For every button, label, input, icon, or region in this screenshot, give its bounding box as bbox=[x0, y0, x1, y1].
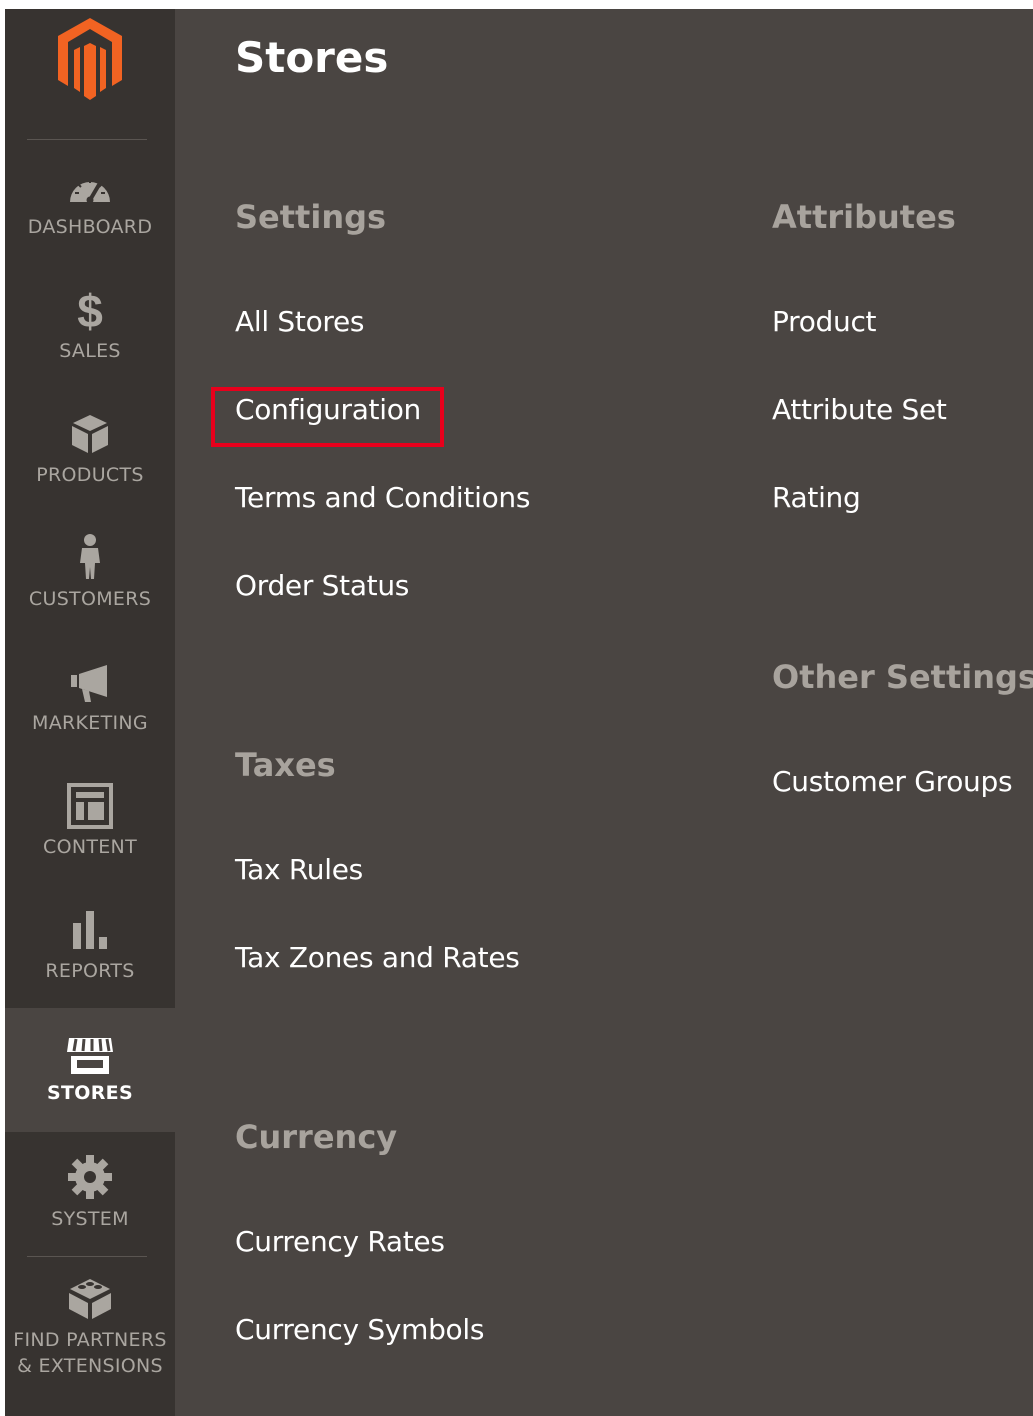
sidebar-item-label: STORES bbox=[47, 1082, 133, 1104]
sidebar-item-stores[interactable]: STORES bbox=[5, 1008, 175, 1132]
sidebar-item-label: CONTENT bbox=[43, 836, 137, 858]
menu-link-rating[interactable]: Rating bbox=[772, 480, 861, 516]
sidebar-item-sales[interactable]: $ SALES bbox=[5, 283, 175, 407]
sidebar-item-content[interactable]: CONTENT bbox=[5, 779, 175, 903]
sidebar-divider bbox=[27, 1256, 147, 1257]
megaphone-icon bbox=[5, 663, 175, 703]
menu-link-currency-rates[interactable]: Currency Rates bbox=[235, 1224, 445, 1260]
section-title-other-settings: Other Settings bbox=[772, 658, 1033, 696]
sidebar-item-label: DASHBOARD bbox=[27, 216, 153, 238]
menu-link-attribute-set[interactable]: Attribute Set bbox=[772, 392, 947, 428]
sidebar-item-label: CUSTOMERS bbox=[28, 588, 152, 610]
gear-icon bbox=[5, 1153, 175, 1201]
magento-logo-icon[interactable] bbox=[50, 14, 130, 104]
sidebar-item-products[interactable]: PRODUCTS bbox=[5, 407, 175, 531]
sidebar-item-label: PRODUCTS bbox=[36, 464, 144, 486]
sidebar-item-label: & EXTENSIONS bbox=[17, 1355, 163, 1377]
menu-link-currency-symbols[interactable]: Currency Symbols bbox=[235, 1312, 484, 1348]
section-title-currency: Currency bbox=[235, 1118, 398, 1156]
sidebar-item-label: SALES bbox=[59, 340, 121, 362]
sidebar-item-label: SYSTEM bbox=[51, 1208, 129, 1230]
page-title: Stores bbox=[235, 33, 389, 82]
section-title-attributes: Attributes bbox=[772, 198, 956, 236]
admin-sidebar: DASHBOARD $ SALES PRODUCTS CUSTOMERS MAR… bbox=[5, 9, 175, 1416]
section-title-taxes: Taxes bbox=[235, 746, 336, 784]
sidebar-item-label: REPORTS bbox=[45, 960, 135, 982]
sidebar-divider bbox=[27, 139, 147, 140]
menu-link-customer-groups[interactable]: Customer Groups bbox=[772, 764, 1013, 800]
menu-link-order-status[interactable]: Order Status bbox=[235, 568, 409, 604]
box-icon bbox=[5, 413, 175, 455]
sidebar-item-marketing[interactable]: MARKETING bbox=[5, 655, 175, 779]
sidebar-item-label: FIND PARTNERS bbox=[13, 1329, 167, 1351]
sidebar-item-customers[interactable]: CUSTOMERS bbox=[5, 531, 175, 655]
bar-chart-icon bbox=[5, 907, 175, 951]
storefront-icon bbox=[5, 1036, 175, 1076]
sidebar-item-dashboard[interactable]: DASHBOARD bbox=[5, 159, 175, 283]
menu-link-tax-zones-and-rates[interactable]: Tax Zones and Rates bbox=[235, 940, 520, 976]
sidebar-item-label: MARKETING bbox=[32, 712, 148, 734]
section-title-settings: Settings bbox=[235, 198, 387, 236]
menu-link-product[interactable]: Product bbox=[772, 304, 877, 340]
menu-link-terms-and-conditions[interactable]: Terms and Conditions bbox=[235, 480, 530, 516]
blocks-icon bbox=[5, 1275, 175, 1321]
layout-icon bbox=[5, 783, 175, 829]
sidebar-item-find-partners[interactable]: FIND PARTNERS & EXTENSIONS bbox=[5, 1271, 175, 1395]
dollar-icon: $ bbox=[5, 287, 175, 333]
speedometer-icon bbox=[5, 171, 175, 205]
menu-link-tax-rules[interactable]: Tax Rules bbox=[235, 852, 363, 888]
person-icon bbox=[5, 533, 175, 581]
svg-text:$: $ bbox=[77, 287, 103, 333]
menu-link-configuration[interactable]: Configuration bbox=[235, 392, 421, 428]
menu-link-all-stores[interactable]: All Stores bbox=[235, 304, 365, 340]
